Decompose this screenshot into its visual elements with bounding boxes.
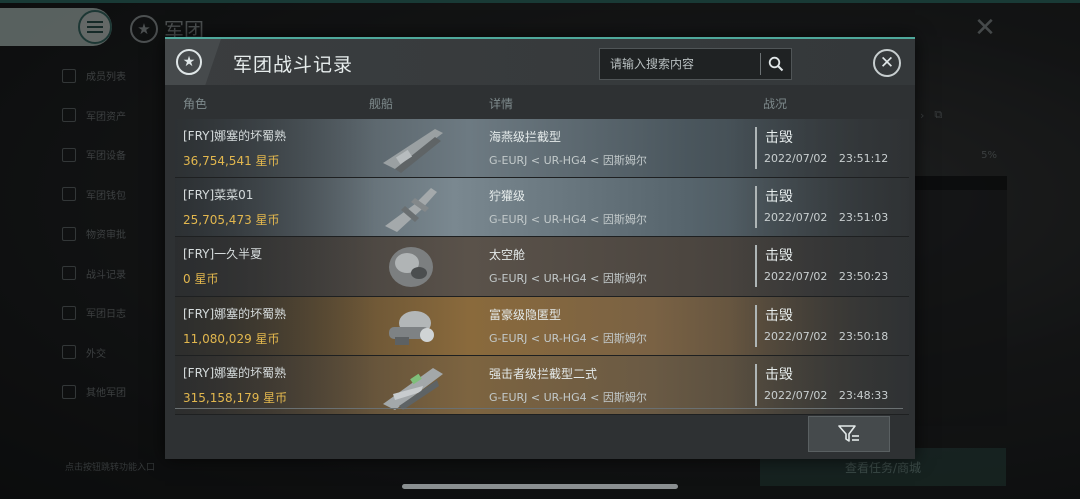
result-status: 击毁	[765, 248, 793, 265]
result-status: 击毁	[765, 189, 793, 206]
ship-class: 太空舱	[489, 248, 526, 263]
column-divider	[755, 245, 757, 288]
search-icon	[768, 56, 784, 72]
timestamp: 2022/07/02 23:51:03	[764, 211, 889, 225]
location: G-EURJ < UR-HG4 < 因斯姆尔	[489, 272, 647, 286]
capsule-icon	[389, 247, 433, 288]
home-indicator[interactable]	[402, 484, 678, 489]
column-header-role: 角色	[183, 97, 208, 111]
search-box	[599, 48, 792, 80]
location: G-EURJ < UR-HG4 < 因斯姆尔	[489, 213, 647, 227]
character-name: [FRY]娜塞的坏蜀熟	[183, 129, 287, 143]
record-row[interactable]: [FRY]一久半夏 0 星币 太空舱 G-EURJ < UR-HG4 < 因斯姆…	[175, 237, 909, 297]
record-row[interactable]: [FRY]娜塞的坏蜀熟 11,080,029 星币 富豪级隐匿型 G-EURJ …	[175, 296, 909, 356]
timestamp: 2022/07/02 23:48:33	[764, 388, 889, 402]
column-divider	[755, 363, 757, 406]
dialog-title: 军团战斗记录	[233, 54, 354, 76]
bounty-value: 315,158,179 星币	[183, 390, 288, 405]
result-status: 击毁	[765, 307, 793, 324]
covert-ops-icon	[389, 310, 434, 345]
bounty-value: 11,080,029 星币	[183, 331, 280, 346]
result-status: 击毁	[765, 130, 793, 146]
record-row[interactable]: [FRY]菜菜01 25,705,473 星币 狞獾级 G-EURJ < UR-…	[175, 178, 909, 238]
frigate-icon	[385, 188, 437, 233]
interceptor-ii-icon	[383, 367, 443, 410]
column-header-details: 详情	[489, 97, 514, 111]
search-input[interactable]	[600, 49, 760, 79]
bounty-value: 36,754,541 星币	[183, 154, 280, 168]
search-button[interactable]	[761, 49, 791, 79]
interceptor-icon	[383, 129, 443, 173]
character-name: [FRY]菜菜01	[183, 188, 254, 203]
bounty-value: 25,705,473 星币	[183, 213, 280, 228]
timestamp: 2022/07/02 23:51:12	[764, 152, 889, 165]
column-divider	[755, 304, 757, 347]
column-divider	[755, 127, 757, 169]
location: G-EURJ < UR-HG4 < 因斯姆尔	[489, 154, 647, 167]
location: G-EURJ < UR-HG4 < 因斯姆尔	[489, 331, 647, 345]
filter-button[interactable]	[808, 416, 890, 452]
timestamp: 2022/07/02 23:50:23	[764, 270, 889, 284]
column-header-status: 战况	[763, 97, 788, 111]
location: G-EURJ < UR-HG4 < 因斯姆尔	[489, 390, 647, 404]
combat-record-dialog: ★ 军团战斗记录 ✕ 角色 舰船 详情 战况 [FRY]娜塞的坏蜀熟 36,75…	[165, 37, 915, 459]
close-icon: ✕	[879, 52, 895, 73]
header-badge: ★	[165, 39, 221, 85]
column-headers: 角色 舰船 详情 战况	[165, 89, 915, 117]
close-button[interactable]: ✕	[873, 49, 901, 77]
record-row[interactable]: [FRY]娜塞的坏蜀熟 36,754,541 星币 海燕级拦截型 G-EURJ …	[175, 119, 909, 179]
result-status: 击毁	[765, 366, 793, 383]
timestamp: 2022/07/02 23:50:18	[764, 329, 889, 343]
dialog-header: ★ 军团战斗记录 ✕	[165, 39, 915, 85]
star-emblem-icon: ★	[176, 49, 202, 75]
ship-class: 海燕级拦截型	[489, 130, 562, 144]
column-divider	[755, 186, 757, 229]
record-row[interactable]: [FRY]娜塞的坏蜀熟 315,158,179 星币 强击者级拦截型二式 G-E…	[175, 355, 909, 415]
ship-class: 狞獾级	[489, 189, 526, 204]
character-name: [FRY]娜塞的坏蜀熟	[183, 365, 287, 380]
bounty-value: 0 星币	[183, 272, 219, 287]
ship-class: 强击者级拦截型二式	[489, 366, 598, 381]
column-header-ship: 舰船	[369, 97, 394, 111]
ship-class: 富豪级隐匿型	[489, 307, 562, 322]
character-name: [FRY]一久半夏	[183, 247, 263, 262]
list-divider	[175, 408, 903, 409]
character-name: [FRY]娜塞的坏蜀熟	[183, 306, 287, 321]
record-list: [FRY]娜塞的坏蜀熟 36,754,541 星币 海燕级拦截型 G-EURJ …	[175, 119, 909, 415]
filter-icon	[838, 425, 859, 442]
